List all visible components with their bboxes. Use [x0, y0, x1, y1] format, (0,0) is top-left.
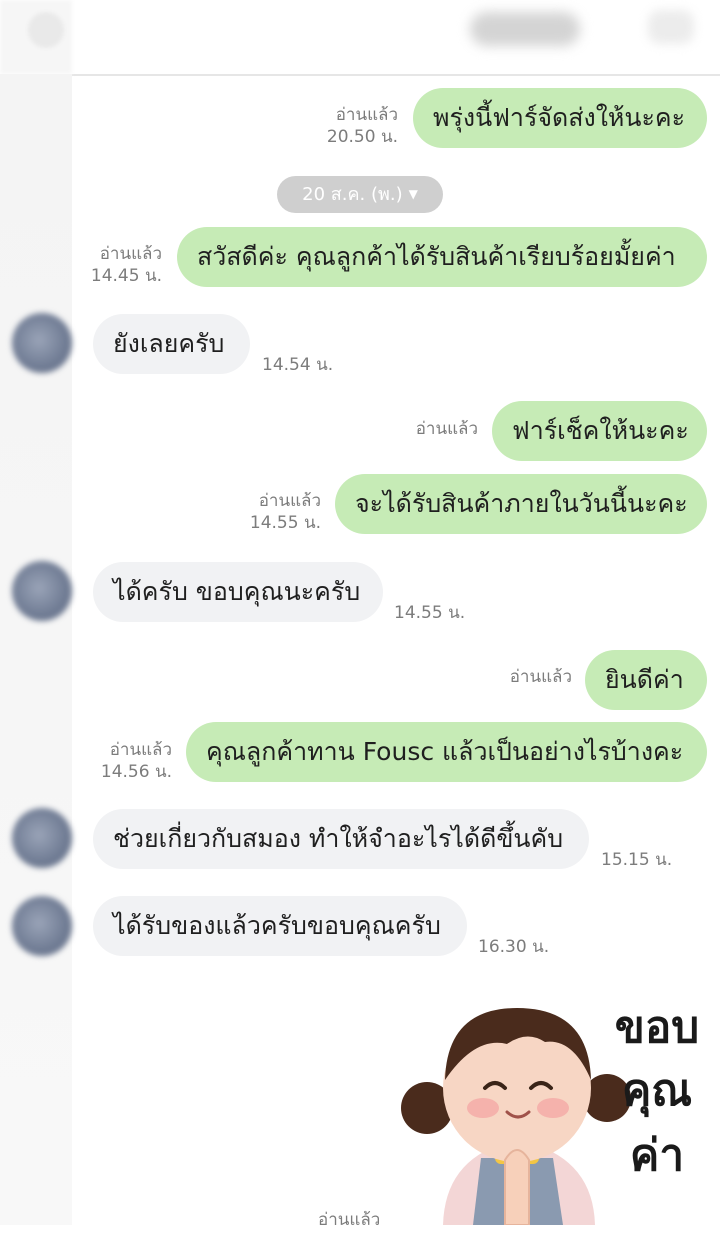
- outgoing-message-bubble[interactable]: ยินดีค่า: [585, 650, 707, 710]
- header-left-area: [0, 0, 72, 74]
- menu-icon[interactable]: [648, 10, 694, 44]
- chat-title[interactable]: [470, 12, 580, 46]
- read-status: อ่านแล้ว: [318, 1210, 381, 1230]
- avatar[interactable]: [12, 561, 72, 621]
- incoming-message-bubble[interactable]: ได้ครับ ขอบคุณนะครับ: [93, 562, 383, 622]
- incoming-message-bubble[interactable]: ช่วยเกี่ยวกับสมอง ทำให้จำอะไรได้ดีขึ้นคั…: [93, 809, 589, 869]
- message-meta: อ่านแล้ว: [398, 418, 478, 440]
- read-status: อ่านแล้ว: [509, 667, 572, 687]
- date-label: 20 ส.ค. (พ.): [302, 184, 403, 205]
- message-time: 14.54 น.: [262, 355, 334, 375]
- message-time: 16.30 น.: [478, 937, 550, 957]
- chevron-down-icon: ▼: [408, 187, 418, 201]
- read-status: อ่านแล้ว: [415, 419, 478, 439]
- message-time: 14.55 น.: [394, 603, 466, 623]
- outgoing-message-bubble[interactable]: ฟาร์เช็คให้นะคะ: [492, 401, 707, 461]
- read-status: อ่านแล้ว: [335, 105, 398, 125]
- avatar-column: [0, 74, 72, 1225]
- thank-you-sticker[interactable]: ขอบ คุณ ค่า: [395, 980, 720, 1225]
- sticker-caption: ค่า: [630, 1130, 684, 1181]
- message-time: 14.55 น.: [249, 513, 321, 533]
- outgoing-message-bubble[interactable]: คุณลูกค้าทาน Fousc แล้วเป็นอย่างไรบ้างคะ: [186, 722, 707, 782]
- sticker-caption: ขอบ: [615, 1002, 699, 1053]
- message-time: 14.56 น.: [100, 762, 172, 782]
- chat-header: [0, 0, 720, 76]
- avatar[interactable]: [12, 808, 72, 868]
- incoming-message-bubble[interactable]: ยังเลยครับ: [93, 314, 250, 374]
- outgoing-message-bubble[interactable]: พรุ่งนี้ฟาร์จัดส่งให้นะคะ: [413, 88, 707, 148]
- message-meta: อ่านแล้ว 14.56 น.: [92, 739, 172, 783]
- message-meta: อ่านแล้ว: [492, 666, 572, 688]
- message-time: 15.15 น.: [601, 850, 673, 870]
- praying-hands: [504, 1149, 530, 1225]
- date-divider[interactable]: 20 ส.ค. (พ.) ▼: [277, 176, 443, 213]
- message-meta: อ่านแล้ว 14.45 น.: [82, 243, 162, 287]
- avatar[interactable]: [12, 896, 72, 956]
- read-status: อ่านแล้ว: [99, 244, 162, 264]
- read-status: อ่านแล้ว: [109, 740, 172, 760]
- read-status: อ่านแล้ว: [258, 491, 321, 511]
- back-arrow-icon[interactable]: [28, 12, 64, 48]
- message-meta: อ่านแล้ว 20.50 น.: [318, 104, 398, 148]
- avatar[interactable]: [12, 313, 72, 373]
- message-time: 20.50 น.: [326, 127, 398, 147]
- left-cheek: [467, 1098, 499, 1118]
- outgoing-message-bubble[interactable]: จะได้รับสินค้าภายในวันนี้นะคะ: [335, 474, 707, 534]
- outgoing-message-bubble[interactable]: สวัสดีค่ะ คุณลูกค้าได้รับสินค้าเรียบร้อย…: [177, 227, 707, 287]
- sticker-caption: คุณ: [622, 1065, 692, 1118]
- incoming-message-bubble[interactable]: ได้รับของแล้วครับขอบคุณครับ: [93, 896, 467, 956]
- message-time: 14.45 น.: [90, 266, 162, 286]
- right-cheek: [537, 1098, 569, 1118]
- message-meta: อ่านแล้ว 14.55 น.: [241, 490, 321, 534]
